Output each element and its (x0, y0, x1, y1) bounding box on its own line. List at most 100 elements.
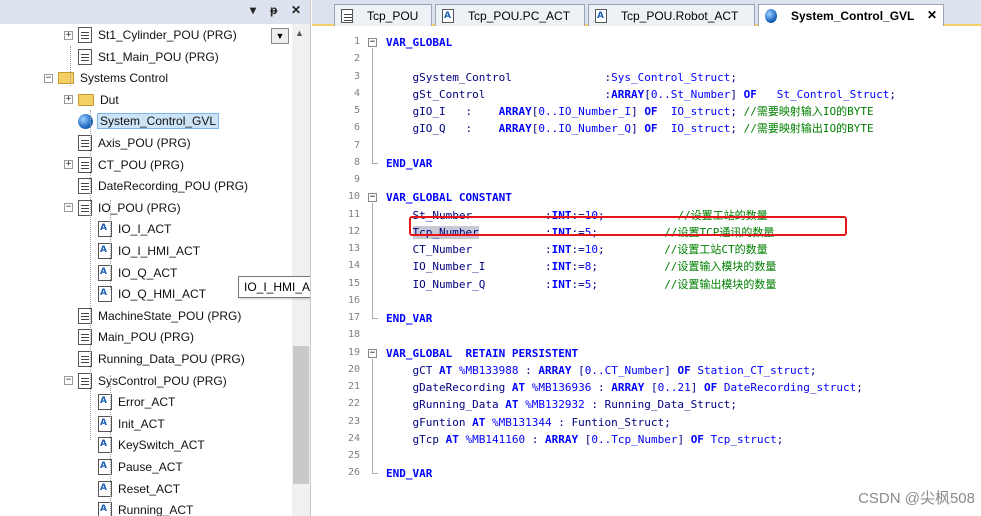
code-line[interactable]: IO_Number_I :INT:=8; //设置输入模块的数量 (386, 258, 776, 275)
tree-item[interactable]: St1_Main_POU (PRG) (78, 46, 221, 68)
tree-item[interactable]: DateRecording_POU (PRG) (78, 175, 250, 197)
tab-label: Tcp_POU.Robot_ACT (621, 8, 739, 23)
tab-label: Tcp_POU.PC_ACT (468, 8, 571, 23)
line-number: 1 (353, 36, 360, 47)
tab-system-control-gvl[interactable]: System_Control_GVL ✕ (758, 4, 944, 26)
line-number: 12 (347, 225, 360, 237)
code-line[interactable]: VAR_GLOBAL RETAIN PERSISTENT (386, 345, 578, 362)
fold-guide (372, 203, 373, 318)
tree-item[interactable]: IO_Q_HMI_ACT (98, 283, 208, 305)
tree-item[interactable]: − Systems Control (44, 67, 170, 89)
tree-item-label: IO_Q_HMI_ACT (118, 287, 207, 302)
tree-item-label: IO_I_HMI_ACT (118, 244, 201, 258)
code-line[interactable]: gFuntion AT %MB131344 : Funtion_Struct; (386, 414, 670, 431)
panel-menu-icon[interactable]: ▾ (250, 3, 256, 17)
collapse-icon[interactable]: − (44, 73, 53, 83)
tree-scrollbar[interactable]: ▲ (292, 24, 310, 516)
tree-item[interactable]: + Dut (64, 89, 121, 111)
code-line[interactable]: gSystem_Control :Sys_Control_Struct; (386, 69, 737, 86)
tab-label: Tcp_POU (367, 8, 419, 23)
code-line[interactable]: gSt_Control :ARRAY[0..St_Number] OF St_C… (386, 86, 896, 103)
tree-item-label: St1_Main_POU (PRG) (98, 49, 219, 64)
tree-item-label: MachineState_POU (PRG) (98, 308, 242, 323)
line-number: 15 (347, 277, 360, 289)
tree-guide-line (90, 110, 91, 440)
tab-tcp-pou[interactable]: Tcp_POU (334, 4, 432, 26)
code-line[interactable]: VAR_GLOBAL (386, 34, 452, 51)
line-number: 6 (353, 122, 360, 134)
fold-toggle-icon[interactable]: − (368, 348, 377, 358)
code-line[interactable]: gIO_I : ARRAY[0..IO_Number_I] OF IO_stru… (386, 103, 873, 120)
tree-item[interactable]: IO_I_HMI_ACT (98, 240, 202, 262)
code-line[interactable]: CT_Number :INT:=10; //设置工站CT的数量 (386, 241, 767, 258)
tree-item[interactable]: System_Control_GVL (78, 110, 220, 132)
action-icon (595, 8, 607, 23)
tab-tcp-pou-robot-act[interactable]: Tcp_POU.Robot_ACT (588, 4, 755, 26)
tree-item-label: System_Control_GVL (97, 113, 220, 130)
pou-icon (341, 8, 353, 23)
expand-icon[interactable]: + (64, 95, 73, 105)
close-tab-icon[interactable]: ✕ (927, 8, 937, 22)
tab-tcp-pou-pc-act[interactable]: Tcp_POU.PC_ACT (435, 4, 585, 26)
tooltip: IO_I_HMI_ACT (238, 276, 310, 298)
code-line[interactable]: gDateRecording AT %MB136936 : ARRAY [0..… (386, 379, 862, 396)
tree-item-label: Reset_ACT (118, 481, 181, 496)
line-number: 13 (347, 243, 360, 254)
code-line[interactable]: END_VAR (386, 155, 432, 172)
tree-item[interactable]: Axis_POU (PRG) (78, 132, 193, 154)
tree-item-label: Pause_ACT (118, 460, 183, 474)
tree-item[interactable]: + CT_POU (PRG) (64, 154, 186, 176)
fold-end-mark (372, 162, 378, 164)
code-editor[interactable]: Tcp_POU Tcp_POU.PC_ACT Tcp_POU.Robot_ACT Sy… (312, 0, 981, 516)
expand-icon[interactable]: + (64, 160, 73, 170)
fold-toggle-icon[interactable]: − (368, 193, 377, 203)
tree-item-label: KeySwitch_ACT (118, 438, 205, 453)
pin-icon[interactable]: ᵽ (270, 3, 277, 17)
line-number: 26 (347, 467, 360, 479)
tree-item[interactable]: Running_ACT (98, 499, 195, 516)
watermark: CSDN @尖枫508 (858, 490, 975, 507)
scrollbar-thumb[interactable] (293, 346, 309, 484)
tree-item[interactable]: Init_ACT (98, 413, 167, 435)
gvl-globe-icon (765, 8, 777, 23)
tree-item-label: Axis_POU (PRG) (98, 136, 191, 150)
fold-guide (372, 48, 373, 163)
line-number: 20 (347, 363, 360, 375)
code-line[interactable]: END_VAR (386, 310, 432, 327)
scroll-up-icon[interactable]: ▲ (295, 28, 304, 38)
tree-item[interactable]: + St1_Cylinder_POU (PRG) (64, 24, 239, 46)
tree-guide-line (110, 200, 111, 290)
tree-item[interactable]: MachineState_POU (PRG) (78, 305, 243, 327)
line-number: 4 (353, 87, 360, 99)
code-line[interactable]: END_VAR (386, 465, 432, 482)
tree-item[interactable]: Main_POU (PRG) (78, 326, 196, 348)
fold-end-mark (372, 473, 378, 475)
code-line[interactable]: VAR_GLOBAL CONSTANT (386, 189, 512, 206)
tree-item-label: St1_Cylinder_POU (PRG) (98, 28, 237, 42)
code-line[interactable]: gIO_Q : ARRAY[0..IO_Number_Q] OF IO_stru… (386, 120, 873, 137)
collapse-icon[interactable]: − (64, 203, 73, 213)
close-panel-icon[interactable]: ✕ (291, 3, 301, 17)
tree-dropdown-button[interactable]: ▼ (271, 28, 289, 44)
code-line[interactable]: gTcp AT %MB141160 : ARRAY [0..Tcp_Number… (386, 431, 783, 448)
line-number: 2 (353, 53, 360, 65)
line-number: 19 (347, 346, 360, 358)
line-number: 9 (353, 174, 360, 185)
collapse-icon[interactable]: − (64, 376, 73, 386)
code-line[interactable]: IO_Number_Q :INT:=5; //设置输出模块的数量 (386, 276, 776, 293)
tree-item[interactable]: − IO_POU (PRG) (64, 197, 183, 219)
code-line[interactable]: gCT AT %MB133988 : ARRAY [0..CT_Number] … (386, 362, 816, 379)
tree-item[interactable]: Running_Data_POU (PRG) (78, 348, 247, 370)
fold-toggle-icon[interactable]: − (368, 38, 377, 47)
tree-guide-line (70, 46, 71, 86)
tree-item-label: Dut (100, 92, 119, 107)
tree-item-label: Init_ACT (118, 416, 165, 431)
line-number: 21 (347, 381, 360, 392)
tree-item[interactable]: Pause_ACT (98, 456, 185, 478)
editor-tab-bar: Tcp_POU Tcp_POU.PC_ACT Tcp_POU.Robot_ACT Sy… (312, 0, 981, 26)
expand-icon[interactable]: + (64, 30, 73, 40)
tree-item[interactable]: − SysControl_POU (PRG) (64, 370, 229, 392)
line-number: 23 (347, 415, 360, 427)
code-line[interactable]: gRunning_Data AT %MB132932 : Running_Dat… (386, 396, 737, 413)
tree-item[interactable]: KeySwitch_ACT (98, 434, 207, 456)
